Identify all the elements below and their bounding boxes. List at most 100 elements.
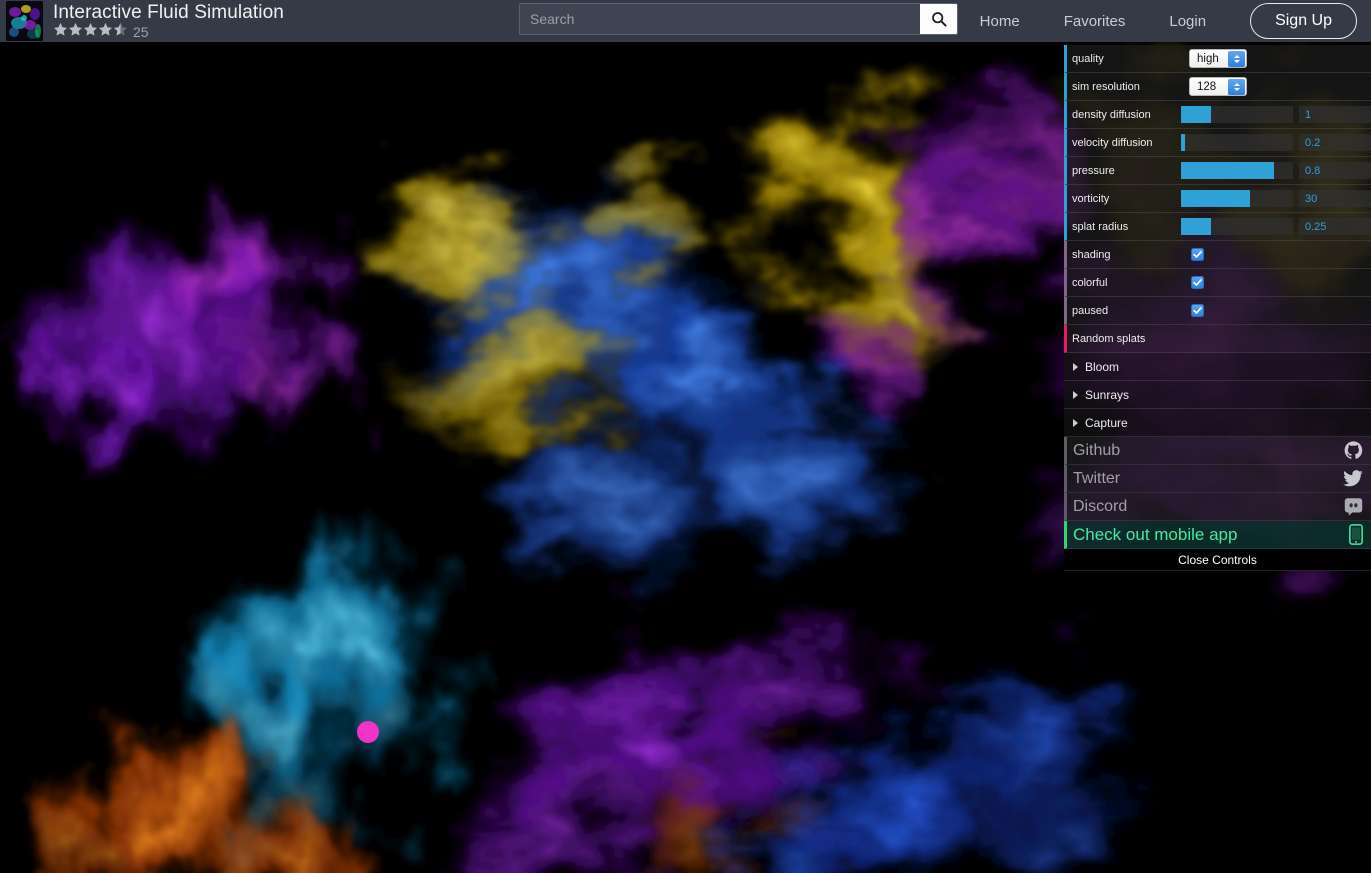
gui-folder-label-capture: Capture <box>1085 416 1128 430</box>
gui-row-splat-radius[interactable]: splat radius 0.25 <box>1064 213 1371 241</box>
stepper-arrows-icon[interactable] <box>1228 79 1245 95</box>
gui-row-sim-resolution[interactable]: sim resolution 128 <box>1064 73 1371 101</box>
gui-folder-sunrays[interactable]: Sunrays <box>1064 381 1371 409</box>
gui-row-quality[interactable]: quality high <box>1064 45 1371 73</box>
gui-control-quality: high <box>1189 49 1371 68</box>
gui-control-splat-radius: 0.25 <box>1181 218 1371 235</box>
slider-value-splat-radius[interactable]: 0.25 <box>1299 218 1371 235</box>
select-sim-resolution[interactable]: 128 <box>1189 77 1247 96</box>
slider-splat-radius[interactable] <box>1181 218 1293 235</box>
gui-control-shading <box>1189 248 1371 261</box>
site-header: Interactive Fluid Simulation 25 Home F <box>0 0 1371 42</box>
chevron-right-icon <box>1073 419 1078 427</box>
slider-fill <box>1181 162 1274 179</box>
slider-value-density-diffusion[interactable]: 1 <box>1299 106 1371 123</box>
slider-fill <box>1181 106 1211 123</box>
gui-label-sim-resolution: sim resolution <box>1072 81 1189 93</box>
nav-item-home[interactable]: Home <box>980 13 1020 30</box>
stepper-arrows-icon[interactable] <box>1228 51 1245 67</box>
slider-density-diffusion[interactable] <box>1181 106 1293 123</box>
gui-control-sim-resolution: 128 <box>1189 77 1371 96</box>
chevron-right-icon <box>1073 391 1078 399</box>
gui-control-paused <box>1189 304 1371 317</box>
select-quality[interactable]: high <box>1189 49 1247 68</box>
gui-label-paused: paused <box>1072 305 1189 317</box>
star-full-icon <box>53 22 68 37</box>
slider-value-velocity-diffusion[interactable]: 0.2 <box>1299 134 1371 151</box>
slider-velocity-diffusion[interactable] <box>1181 134 1293 151</box>
select-value-sim-resolution: 128 <box>1197 81 1216 93</box>
gui-control-panel: quality high sim resolution 128 density … <box>1064 45 1371 571</box>
checkmark-icon <box>1193 278 1202 287</box>
sign-up-button[interactable]: Sign Up <box>1250 3 1357 39</box>
discord-icon-wrapper <box>1344 497 1363 516</box>
github-icon-wrapper <box>1344 441 1363 460</box>
checkmark-icon <box>1193 250 1202 259</box>
gui-controls-list: quality high sim resolution 128 density … <box>1064 45 1371 353</box>
gui-row-density-diffusion[interactable]: density diffusion 1 <box>1064 101 1371 129</box>
checkbox-paused[interactable] <box>1191 304 1204 317</box>
gui-control-density-diffusion: 1 <box>1181 106 1371 123</box>
title-block: Interactive Fluid Simulation 25 <box>53 0 284 42</box>
gui-row-pressure[interactable]: pressure 0.8 <box>1064 157 1371 185</box>
gui-control-colorful <box>1189 276 1371 289</box>
gui-folder-bloom[interactable]: Bloom <box>1064 353 1371 381</box>
gui-label-velocity-diffusion: velocity diffusion <box>1072 137 1181 149</box>
gui-link-phone[interactable]: Check out mobile app <box>1064 521 1371 549</box>
slider-fill <box>1181 218 1211 235</box>
gui-row-random-splats[interactable]: Random splats <box>1064 325 1371 353</box>
star-full-icon <box>68 22 83 37</box>
gui-row-colorful[interactable]: colorful <box>1064 269 1371 297</box>
gui-link-label-twitter: Twitter <box>1073 470 1120 488</box>
checkbox-colorful[interactable] <box>1191 276 1204 289</box>
gui-link-label-phone: Check out mobile app <box>1073 525 1237 545</box>
twitter-icon <box>1343 470 1363 488</box>
gui-control-vorticity: 30 <box>1181 190 1371 207</box>
gui-folder-capture[interactable]: Capture <box>1064 409 1371 437</box>
select-value-quality: high <box>1197 53 1219 65</box>
nav-item-favorites[interactable]: Favorites <box>1064 13 1126 30</box>
rating-row: 25 <box>53 24 284 40</box>
gui-row-shading[interactable]: shading <box>1064 241 1371 269</box>
slider-fill <box>1181 190 1250 207</box>
slider-pressure[interactable] <box>1181 162 1293 179</box>
gui-folder-label-bloom: Bloom <box>1085 360 1119 374</box>
slider-fill <box>1181 134 1185 151</box>
search-icon <box>931 11 947 27</box>
page-title: Interactive Fluid Simulation <box>53 2 284 23</box>
gui-row-paused[interactable]: paused <box>1064 297 1371 325</box>
star-half-icon <box>113 22 128 37</box>
gui-link-label-github: Github <box>1073 442 1120 460</box>
rating-count: 25 <box>133 25 149 39</box>
gui-control-pressure: 0.8 <box>1181 162 1371 179</box>
fluid-thumbnail-icon <box>6 1 43 41</box>
gui-link-twitter[interactable]: Twitter <box>1064 465 1371 493</box>
gui-control-velocity-diffusion: 0.2 <box>1181 134 1371 151</box>
star-rating <box>53 22 128 42</box>
gui-label-shading: shading <box>1072 249 1189 261</box>
gui-folder-label-sunrays: Sunrays <box>1085 388 1129 402</box>
discord-icon <box>1344 497 1363 516</box>
search-bar[interactable] <box>519 3 958 35</box>
nav-item-login[interactable]: Login <box>1169 13 1206 30</box>
close-controls-button[interactable]: Close Controls <box>1064 549 1371 571</box>
checkbox-shading[interactable] <box>1191 248 1204 261</box>
gui-folders-list: Bloom Sunrays Capture <box>1064 353 1371 437</box>
main-nav: Home Favorites Login Sign Up <box>980 0 1371 42</box>
gui-label-pressure: pressure <box>1072 165 1181 177</box>
app-thumbnail[interactable] <box>6 1 43 41</box>
slider-value-pressure[interactable]: 0.8 <box>1299 162 1371 179</box>
gui-link-label-discord: Discord <box>1073 498 1127 516</box>
gui-label-splat-radius: splat radius <box>1072 221 1181 233</box>
gui-label-vorticity: vorticity <box>1072 193 1181 205</box>
gui-link-github[interactable]: Github <box>1064 437 1371 465</box>
twitter-icon-wrapper <box>1343 470 1363 488</box>
slider-value-vorticity[interactable]: 30 <box>1299 190 1371 207</box>
search-button[interactable] <box>920 4 957 34</box>
gui-links-list: Github Twitter Discord Check out <box>1064 437 1371 549</box>
gui-link-discord[interactable]: Discord <box>1064 493 1371 521</box>
slider-vorticity[interactable] <box>1181 190 1293 207</box>
gui-row-velocity-diffusion[interactable]: velocity diffusion 0.2 <box>1064 129 1371 157</box>
search-input[interactable] <box>520 4 920 34</box>
gui-row-vorticity[interactable]: vorticity 30 <box>1064 185 1371 213</box>
